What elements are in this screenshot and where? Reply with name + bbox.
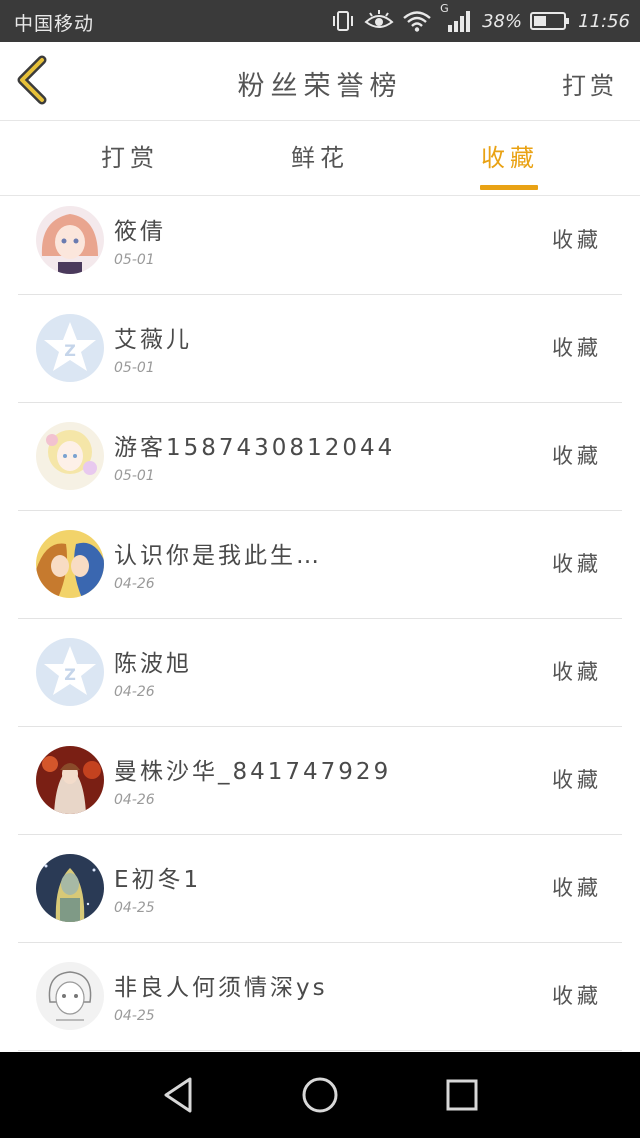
avatar[interactable]: Z (36, 638, 104, 706)
list-item[interactable]: 非良人何须情深ys 04-25 收藏 (18, 942, 622, 1051)
fan-action: 收藏 (552, 336, 602, 360)
anime-girl-pink-avatar-icon (36, 206, 104, 274)
fan-date: 05-01 (114, 360, 155, 376)
list-item[interactable]: 认识你是我此生… 04-26 收藏 (18, 510, 622, 619)
sketch-boy-avatar-icon (36, 962, 104, 1030)
list-item[interactable]: Z 陈波旭 04-26 收藏 (18, 618, 622, 727)
tab-flowers[interactable]: 鲜花 (260, 121, 380, 195)
vibrate-icon (333, 11, 354, 31)
circle-home-icon (302, 1077, 338, 1113)
fan-date: 04-25 (114, 1008, 155, 1024)
tab-label: 打赏 (101, 144, 159, 172)
clock: 11:56 (578, 10, 630, 32)
anime-girl-red-avatar-icon (36, 746, 104, 814)
eye-icon (364, 10, 394, 28)
triangle-back-icon (164, 1077, 192, 1113)
list-item[interactable]: E初冬1 04-25 收藏 (18, 834, 622, 943)
fan-name: 筱倩 (114, 219, 166, 245)
fan-action: 收藏 (552, 444, 602, 468)
navigation-bar (0, 1052, 640, 1138)
page-title: 粉丝荣誉榜 (237, 71, 403, 102)
fan-name: 陈波旭 (114, 651, 192, 677)
nav-recents-button[interactable] (440, 1073, 484, 1117)
avatar[interactable] (36, 854, 104, 922)
nav-home-button[interactable] (298, 1073, 342, 1117)
fan-name: 非良人何须情深ys (114, 975, 328, 1001)
tab-reward[interactable]: 打赏 (70, 121, 190, 195)
fan-date: 04-25 (114, 900, 155, 916)
fan-date: 05-01 (114, 468, 155, 484)
avatar[interactable]: Z (36, 314, 104, 382)
fan-name: E初冬1 (114, 867, 202, 893)
fan-date: 04-26 (114, 792, 155, 808)
fan-date: 05-01 (114, 252, 155, 268)
fan-list[interactable]: 筱倩 05-01 收藏 Z 艾薇儿 05-01 收藏 游客15874308120… (0, 196, 640, 1052)
default-qq-avatar-icon: Z (36, 314, 104, 382)
avatar[interactable] (36, 962, 104, 1030)
fan-action: 收藏 (552, 228, 602, 252)
status-bar: 中国移动 G 38% 11:56 (0, 0, 640, 42)
signal-icon (448, 11, 471, 32)
fan-name: 曼株沙华_841747929 (114, 759, 392, 785)
tab-favorites[interactable]: 收藏 (450, 121, 570, 195)
cell-signal: G (440, 2, 474, 34)
tab-bar: 打赏 鲜花 收藏 (0, 121, 640, 196)
square-recents-icon (446, 1079, 478, 1111)
list-item[interactable]: 曼株沙华_841747929 04-26 收藏 (18, 726, 622, 835)
battery-icon (530, 12, 570, 30)
avatar[interactable] (36, 206, 104, 274)
svg-text:Z: Z (64, 341, 76, 360)
reward-button[interactable]: 打赏 (562, 66, 618, 101)
carrier-label: 中国移动 (14, 13, 95, 35)
fan-name: 游客1587430812044 (114, 435, 396, 461)
anime-couple-avatar-icon (36, 530, 104, 598)
status-icons: G 38% 11:56 (330, 2, 630, 36)
fan-action: 收藏 (552, 552, 602, 576)
app-header: 粉丝荣誉榜 打赏 (0, 42, 640, 121)
fan-date: 04-26 (114, 576, 155, 592)
fan-name: 艾薇儿 (114, 327, 192, 353)
list-item[interactable]: 筱倩 05-01 收藏 (18, 196, 622, 295)
fan-action: 收藏 (552, 660, 602, 684)
anime-girl-light-avatar-icon (36, 422, 104, 490)
battery-percent: 38% (482, 10, 523, 32)
tab-label: 收藏 (481, 144, 539, 172)
fan-name: 认识你是我此生… (114, 543, 322, 569)
wifi-icon (403, 11, 431, 32)
list-item[interactable]: Z 艾薇儿 05-01 收藏 (18, 294, 622, 403)
active-tab-indicator (480, 185, 538, 190)
fan-action: 收藏 (552, 768, 602, 792)
fan-action: 收藏 (552, 876, 602, 900)
svg-text:Z: Z (64, 665, 76, 684)
avatar[interactable] (36, 746, 104, 814)
anime-night-avatar-icon (36, 854, 104, 922)
tab-label: 鲜花 (291, 144, 349, 172)
default-qq-avatar-icon: Z (36, 638, 104, 706)
nav-back-button[interactable] (156, 1073, 200, 1117)
avatar[interactable] (36, 530, 104, 598)
list-item[interactable]: 游客1587430812044 05-01 收藏 (18, 402, 622, 511)
fan-date: 04-26 (114, 684, 155, 700)
avatar[interactable] (36, 422, 104, 490)
fan-action: 收藏 (552, 984, 602, 1008)
